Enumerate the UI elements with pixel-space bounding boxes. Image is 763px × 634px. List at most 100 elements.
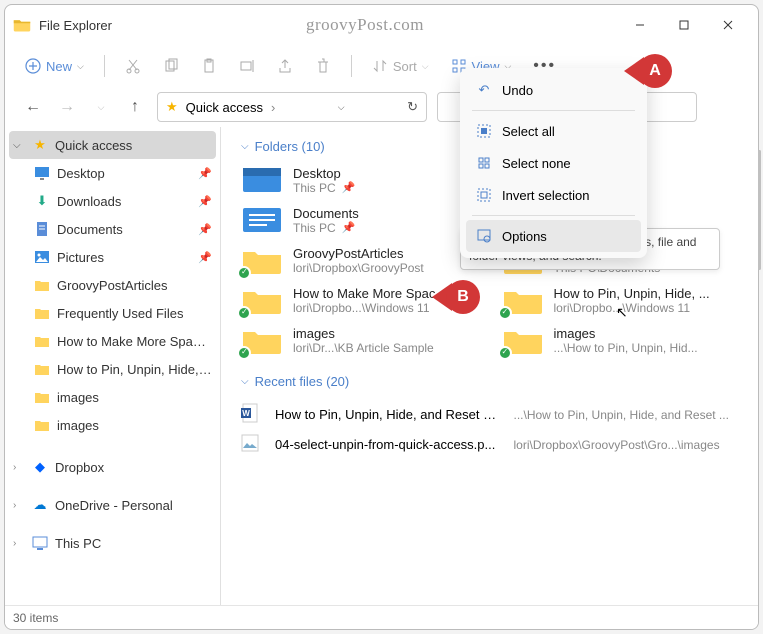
chevron-down-icon[interactable]: ⌵: [89, 95, 113, 119]
menu-invert[interactable]: Invert selection: [466, 179, 641, 211]
pin-icon: 📌: [342, 221, 356, 234]
new-button[interactable]: New ⌵: [17, 54, 92, 78]
dropbox-icon: ◆: [31, 459, 49, 475]
folder-icon: [502, 324, 544, 356]
folder-icon: [33, 335, 51, 348]
undo-icon: ↶: [476, 82, 492, 98]
chevron-down-icon: ⌵: [13, 140, 25, 151]
menu-options[interactable]: Options: [466, 220, 641, 252]
folder-icon: [33, 363, 51, 376]
star-icon: ★: [31, 137, 49, 153]
scrollbar[interactable]: [758, 150, 761, 604]
sidebar: ⌵ ★ Quick access Desktop📌 ⬇Downloads📌 Do…: [5, 127, 221, 605]
sort-button[interactable]: Sort ⌵: [364, 54, 437, 78]
annotation-badge-a: A: [624, 54, 672, 88]
sidebar-quick-access[interactable]: ⌵ ★ Quick access: [9, 131, 216, 159]
refresh-button[interactable]: ↻: [407, 99, 418, 115]
sidebar-item-folder[interactable]: GroovyPostArticles: [5, 271, 220, 299]
pictures-icon: [33, 250, 51, 264]
paste-button[interactable]: [193, 54, 225, 78]
titlebar: File Explorer groovyPost.com: [5, 5, 758, 45]
cut-button[interactable]: [117, 54, 149, 78]
pin-icon: 📌: [342, 181, 356, 194]
folder-icon: [502, 284, 544, 316]
cursor-icon: ↖: [616, 304, 628, 321]
context-menu: ↶Undo Select all Select none Invert sele…: [460, 68, 647, 258]
onedrive-icon: ☁: [31, 497, 49, 513]
rename-button[interactable]: [231, 54, 263, 78]
window-title: File Explorer: [39, 18, 112, 33]
maximize-button[interactable]: [662, 9, 706, 41]
annotation-badge-b: B: [432, 280, 480, 314]
desktop-icon: [33, 166, 51, 180]
separator: [104, 55, 105, 77]
sidebar-item-downloads[interactable]: ⬇Downloads📌: [5, 187, 220, 215]
sidebar-item-desktop[interactable]: Desktop📌: [5, 159, 220, 187]
new-label: New: [46, 59, 72, 74]
pin-icon: 📌: [198, 167, 212, 180]
image-icon: [241, 434, 265, 455]
recent-item[interactable]: 04-select-unpin-from-quick-access.p...lo…: [241, 430, 742, 459]
menu-select-none[interactable]: Select none: [466, 147, 641, 179]
sidebar-item-documents[interactable]: Documents📌: [5, 215, 220, 243]
chevron-down-icon: ⌵: [241, 376, 249, 387]
sidebar-item-folder[interactable]: How to Pin, Unpin, Hide, and: [5, 355, 220, 383]
menu-select-all[interactable]: Select all: [466, 115, 641, 147]
copy-button[interactable]: [155, 54, 187, 78]
breadcrumb-chevron[interactable]: ›: [271, 100, 275, 115]
sidebar-item-folder[interactable]: images: [5, 411, 220, 439]
watermark: groovyPost.com: [112, 15, 618, 35]
sidebar-item-pictures[interactable]: Pictures📌: [5, 243, 220, 271]
minimize-button[interactable]: [618, 9, 662, 41]
folder-icon: [241, 244, 283, 276]
chevron-right-icon: ›: [13, 538, 25, 549]
star-icon: ★: [166, 99, 178, 115]
forward-button[interactable]: →: [55, 95, 79, 119]
sidebar-item-folder[interactable]: Frequently Used Files: [5, 299, 220, 327]
status-bar: 30 items: [5, 605, 758, 629]
sidebar-item-folder[interactable]: How to Make More Space Av: [5, 327, 220, 355]
up-button[interactable]: ↑: [123, 95, 147, 119]
chevron-down-icon: ⌵: [422, 61, 429, 72]
file-explorer-icon: [13, 18, 31, 32]
downloads-icon: ⬇: [33, 193, 51, 209]
sidebar-item-folder[interactable]: images: [5, 383, 220, 411]
folder-icon: [241, 324, 283, 356]
invert-icon: [476, 187, 492, 203]
folder-item[interactable]: images...\How to Pin, Unpin, Hid...: [502, 324, 743, 356]
folder-icon: [33, 419, 51, 432]
folder-icon: [33, 391, 51, 404]
folder-icon: [241, 284, 283, 316]
address-bar[interactable]: ★ Quick access › ⌵ ↻: [157, 92, 427, 122]
back-button[interactable]: ←: [21, 95, 45, 119]
chevron-down-icon: ⌵: [77, 61, 84, 72]
folder-icon: [33, 279, 51, 292]
chevron-down-icon[interactable]: ⌵: [338, 102, 345, 113]
menu-undo[interactable]: ↶Undo: [466, 74, 641, 106]
sidebar-thispc[interactable]: ›This PC: [5, 529, 220, 557]
documents-icon: [33, 221, 51, 237]
svg-text:W: W: [242, 409, 250, 418]
documents-folder-icon: [241, 204, 283, 236]
folder-item[interactable]: GroovyPostArticleslori\Dropbox\GroovyPos…: [241, 244, 482, 276]
sidebar-dropbox[interactable]: ›◆Dropbox: [5, 453, 220, 481]
sidebar-onedrive[interactable]: ›☁OneDrive - Personal: [5, 491, 220, 519]
sort-label: Sort: [393, 59, 417, 74]
pin-icon: 📌: [198, 195, 212, 208]
select-none-icon: [476, 155, 492, 171]
select-all-icon: [476, 123, 492, 139]
share-button[interactable]: [269, 54, 301, 78]
thispc-icon: [31, 536, 49, 550]
close-button[interactable]: [706, 9, 750, 41]
options-icon: [476, 228, 492, 244]
folder-item[interactable]: imageslori\Dr...\KB Article Sample: [241, 324, 482, 356]
folder-item[interactable]: DocumentsThis PC📌: [241, 204, 482, 236]
sidebar-label: Quick access: [55, 138, 208, 153]
folder-item[interactable]: DesktopThis PC📌: [241, 164, 482, 196]
breadcrumb-location[interactable]: Quick access: [186, 100, 263, 115]
chevron-right-icon: ›: [13, 500, 25, 511]
separator: [472, 110, 635, 111]
recent-item[interactable]: WHow to Pin, Unpin, Hide, and Reset Q...…: [241, 399, 742, 430]
delete-button[interactable]: [307, 54, 339, 78]
recent-header[interactable]: ⌵Recent files (20): [241, 374, 742, 389]
